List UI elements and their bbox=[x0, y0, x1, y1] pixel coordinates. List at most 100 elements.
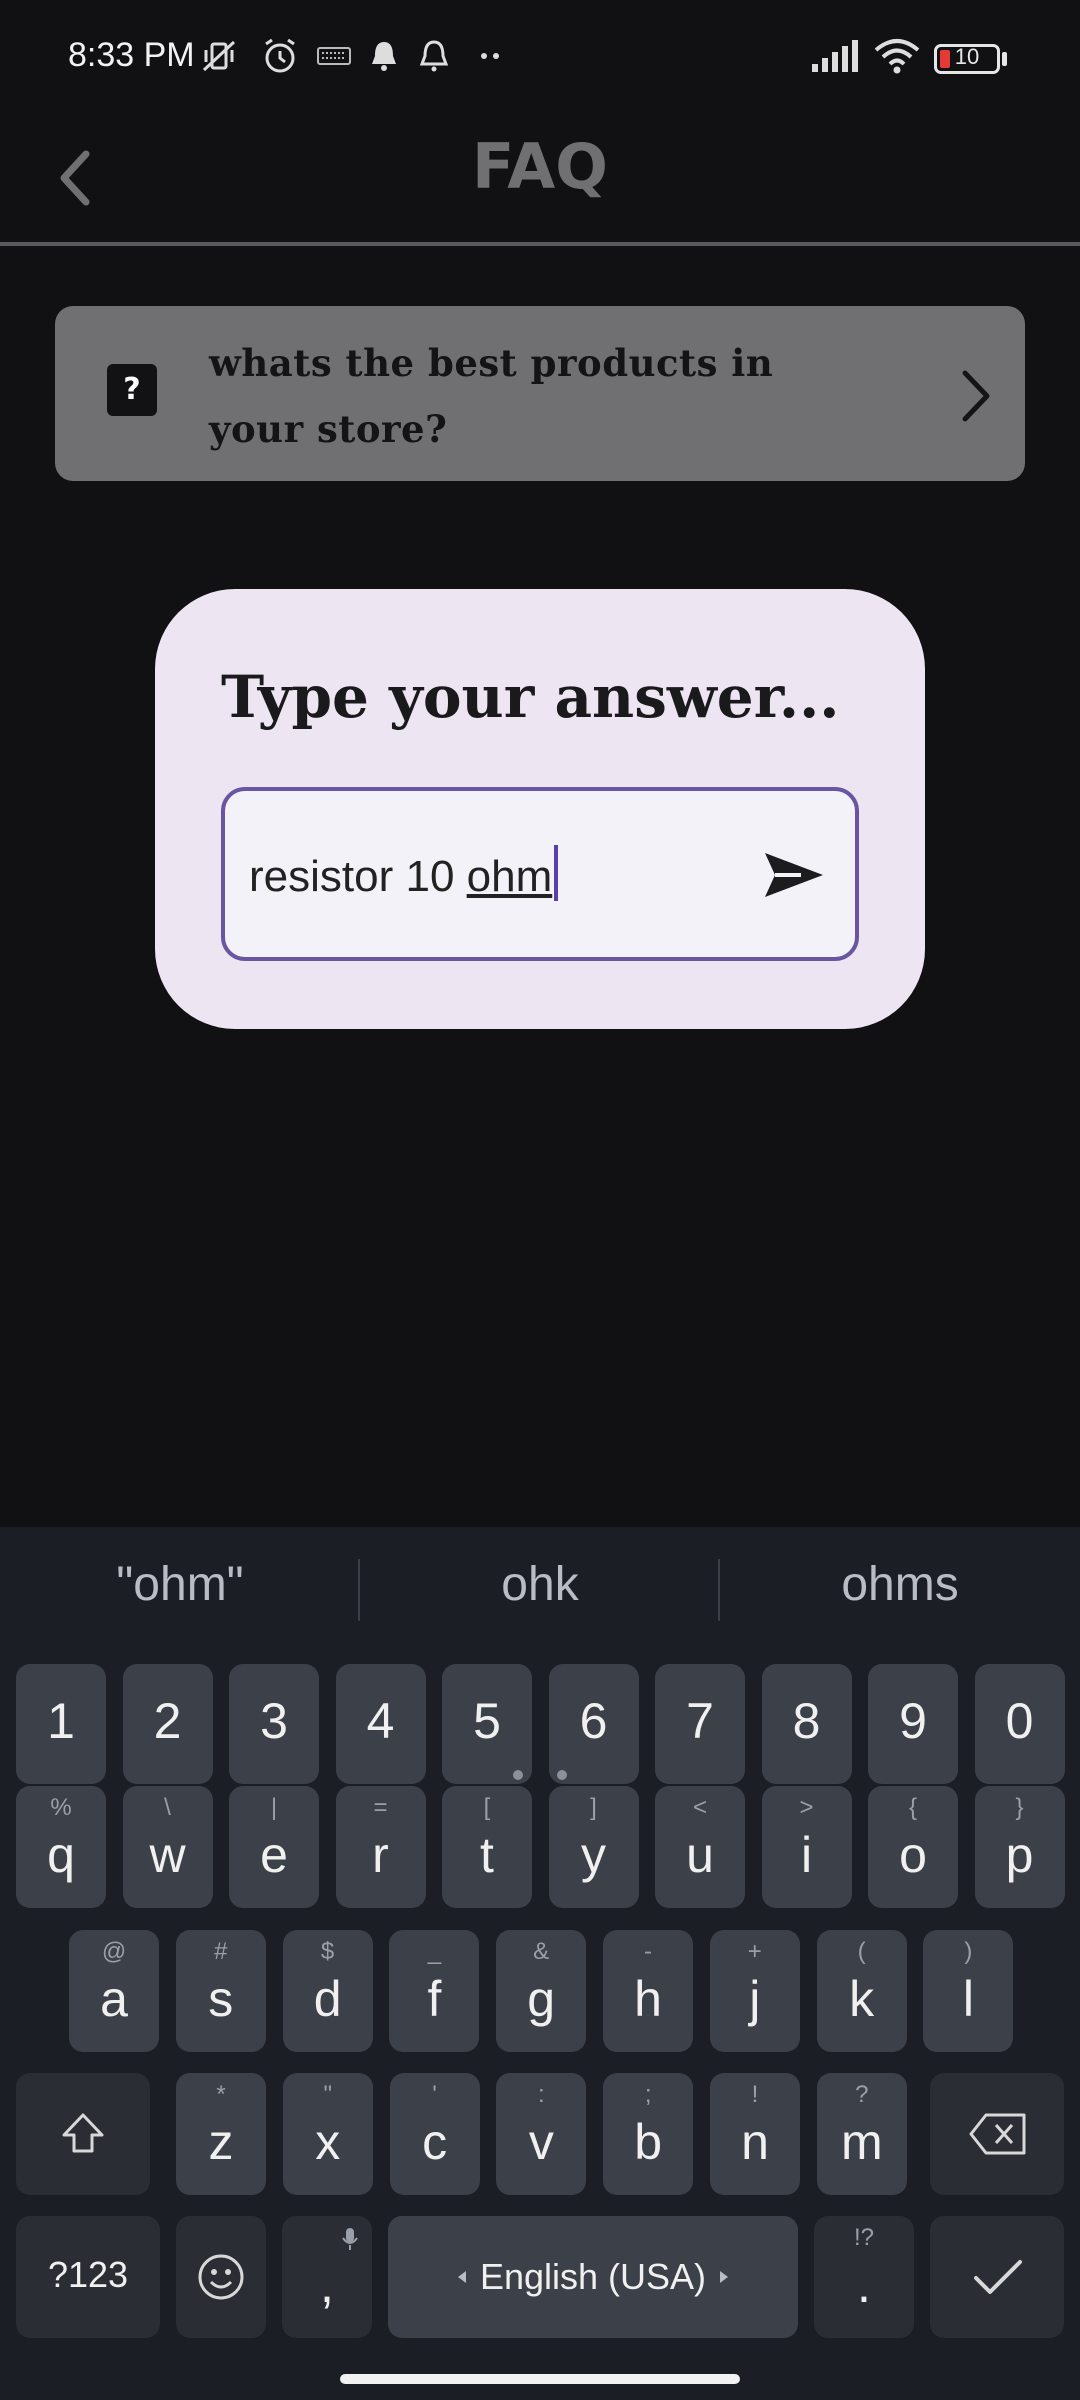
key-i[interactable]: > i bbox=[761, 1786, 852, 1908]
key-1[interactable]: 1 bbox=[16, 1664, 106, 1784]
key-9[interactable]: 9 bbox=[868, 1664, 958, 1784]
key-z[interactable]: * z bbox=[176, 2073, 266, 2195]
send-button[interactable] bbox=[761, 847, 827, 903]
key-7-label: 7 bbox=[686, 1693, 714, 1749]
key-g[interactable]: & g bbox=[496, 1930, 587, 2052]
comma-key-label: , bbox=[320, 2257, 334, 2313]
key-b[interactable]: ; b bbox=[603, 2073, 694, 2195]
key-a-label: a bbox=[100, 1971, 128, 2027]
key-s[interactable]: # s bbox=[175, 1930, 266, 2052]
chevron-right-icon bbox=[945, 361, 1005, 431]
app-bar: FAQ bbox=[0, 120, 1080, 246]
key-l[interactable]: ) l bbox=[923, 1930, 1014, 2052]
key-f[interactable]: _ f bbox=[389, 1930, 480, 2052]
language-left-icon bbox=[458, 2271, 466, 2283]
key-q-label: q bbox=[47, 1827, 75, 1883]
key-r-hint: = bbox=[373, 1794, 388, 1821]
emoji-icon bbox=[198, 2254, 244, 2300]
comma-key[interactable]: , bbox=[282, 2216, 372, 2338]
key-0[interactable]: 0 bbox=[974, 1664, 1065, 1784]
text-cursor bbox=[554, 845, 559, 901]
key-m[interactable]: ? m bbox=[816, 2073, 907, 2195]
key-h-hint: - bbox=[644, 1938, 652, 1965]
key-2[interactable]: 2 bbox=[122, 1664, 213, 1784]
key-x-hint: " bbox=[323, 2081, 333, 2108]
key-1-label: 1 bbox=[47, 1693, 75, 1749]
shift-key[interactable] bbox=[16, 2073, 150, 2195]
suggestion-3[interactable]: ohms bbox=[720, 1557, 1080, 1612]
key-5[interactable]: 5 bbox=[442, 1664, 532, 1784]
key-t[interactable]: [t bbox=[442, 1786, 532, 1908]
key-u[interactable]: < u bbox=[655, 1786, 745, 1908]
home-indicator[interactable] bbox=[340, 2374, 740, 2384]
suggestion-2[interactable]: ohk bbox=[360, 1557, 720, 1612]
key-l-hint: ) bbox=[964, 1938, 973, 1965]
answer-text-composing: ohm bbox=[466, 852, 553, 901]
signal-icon bbox=[810, 36, 862, 76]
key-u-label: u bbox=[686, 1827, 714, 1883]
key-r-label: r bbox=[372, 1827, 389, 1883]
key-9-label: 9 bbox=[899, 1693, 927, 1749]
answer-dialog: Type your answer... resistor 10 ohm bbox=[155, 589, 925, 1029]
key-c-label: c bbox=[422, 2114, 448, 2170]
more-dots-icon bbox=[470, 36, 510, 76]
period-key-label: . bbox=[857, 2257, 871, 2313]
key-p[interactable]: } p bbox=[974, 1786, 1065, 1908]
key-q[interactable]: % q bbox=[16, 1786, 106, 1908]
key-n-hint: ! bbox=[751, 2081, 759, 2108]
space-key-label: English (USA) bbox=[479, 2256, 707, 2297]
key-a[interactable]: @ a bbox=[69, 1930, 159, 2052]
key-n[interactable]: ! n bbox=[710, 2073, 800, 2195]
key-w-label: w bbox=[149, 1827, 186, 1883]
key-8-label: 8 bbox=[792, 1693, 821, 1749]
period-key[interactable]: !?. bbox=[814, 2216, 914, 2338]
key-r[interactable]: = r bbox=[335, 1786, 426, 1908]
key-l-label: l bbox=[962, 1971, 974, 2027]
key-y[interactable]: ] y bbox=[548, 1786, 639, 1908]
key-w[interactable]: \ w bbox=[122, 1786, 213, 1908]
language-right-icon bbox=[720, 2271, 728, 2283]
key-k-label: k bbox=[849, 1971, 875, 2027]
key-i-label: i bbox=[800, 1827, 813, 1883]
key-y-label: y bbox=[581, 1827, 606, 1883]
key-7[interactable]: 7 bbox=[655, 1664, 745, 1784]
symbols-key[interactable]: ?123 bbox=[16, 2216, 160, 2338]
key-z-label: z bbox=[208, 2114, 234, 2170]
key-o[interactable]: {o bbox=[868, 1786, 958, 1908]
key-d[interactable]: $ d bbox=[282, 1930, 373, 2052]
key-g-label: g bbox=[527, 1971, 556, 2027]
send-icon bbox=[765, 853, 823, 897]
suggestion-1[interactable]: "ohm" bbox=[0, 1557, 360, 1612]
backspace-key[interactable] bbox=[930, 2073, 1064, 2195]
key-d-hint: $ bbox=[320, 1938, 335, 1965]
status-bar: 8:33 PM 10 bbox=[0, 0, 1080, 120]
enter-key[interactable] bbox=[930, 2216, 1064, 2338]
mute-vibrate-icon bbox=[200, 36, 240, 76]
key-z-hint: * bbox=[216, 2081, 226, 2108]
key-5-label: 5 bbox=[473, 1693, 501, 1749]
key-v-hint: : bbox=[538, 2081, 545, 2108]
key-h[interactable]: -h bbox=[603, 1930, 693, 2052]
faq-item[interactable]: ? whats the best products in your store? bbox=[55, 306, 1025, 481]
key-x[interactable]: " x bbox=[282, 2073, 373, 2195]
key-8[interactable]: 8 bbox=[761, 1664, 852, 1784]
space-key[interactable]: English (USA) bbox=[388, 2216, 798, 2338]
key-e[interactable]: | e bbox=[229, 1786, 319, 1908]
answer-input[interactable]: resistor 10 ohm bbox=[221, 787, 859, 961]
backspace-icon bbox=[969, 2113, 1026, 2155]
key-4[interactable]: 4 bbox=[335, 1664, 426, 1784]
key-3-label: 3 bbox=[260, 1693, 288, 1749]
key-j[interactable]: + j bbox=[709, 1930, 800, 2052]
key-s-label: s bbox=[208, 1971, 234, 2027]
key-c[interactable]: ' c bbox=[389, 2073, 480, 2195]
answer-input-text: resistor 10 ohm bbox=[249, 845, 559, 902]
key-t-hint: [ bbox=[483, 1794, 491, 1821]
emoji-key[interactable] bbox=[176, 2216, 266, 2338]
key-v[interactable]: :v bbox=[496, 2073, 587, 2195]
symbols-key-label: ?123 bbox=[47, 2254, 129, 2295]
key-k[interactable]: (k bbox=[816, 1930, 907, 2052]
key-3[interactable]: 3 bbox=[229, 1664, 319, 1784]
wifi-icon bbox=[872, 36, 922, 76]
suggestion-bar: "ohm" ohk ohms bbox=[0, 1527, 1080, 1657]
key-6[interactable]: 6 bbox=[548, 1664, 639, 1784]
